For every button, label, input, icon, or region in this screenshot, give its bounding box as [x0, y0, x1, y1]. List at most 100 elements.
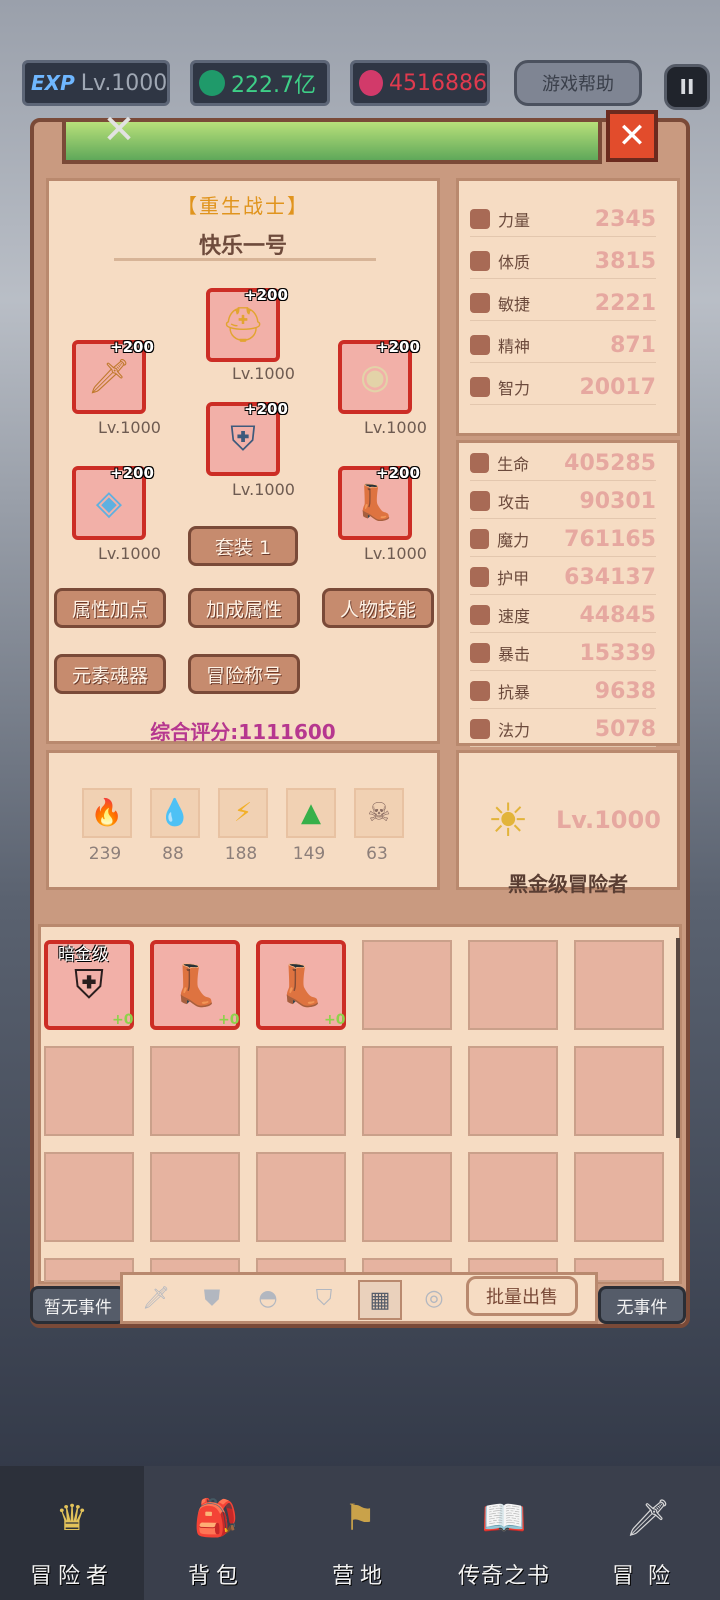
stat-label: 力量	[498, 211, 531, 230]
crit-resist-icon	[470, 681, 490, 701]
boots-plus: +200	[376, 464, 420, 482]
nav-label: 冒险	[611, 1564, 684, 1589]
stat-label: 攻击	[498, 493, 531, 512]
nav-legend-book[interactable]: 📖 传奇之书	[432, 1466, 576, 1600]
stat-row-agility: 敏捷 2221	[470, 286, 656, 321]
inventory-slot[interactable]	[362, 940, 452, 1030]
character-skills-button[interactable]: 人物技能	[322, 588, 434, 628]
crit-icon	[470, 643, 490, 663]
stat-label: 智力	[498, 379, 531, 398]
adventure-title-button[interactable]: 冒险称号	[188, 654, 300, 694]
stat-value: 44845	[579, 602, 656, 628]
level-display: EXP Lv.1000	[22, 60, 170, 106]
tab-armor[interactable]: ⛊	[192, 1280, 232, 1316]
inventory-slot[interactable]	[468, 1046, 558, 1136]
helmet-plus: +200	[244, 286, 288, 304]
item-plus: +0	[218, 1012, 240, 1028]
stat-value: 15339	[579, 640, 656, 666]
stat-value: 90301	[579, 488, 656, 514]
pause-icon[interactable]: II	[664, 64, 710, 110]
crown-icon: ♛	[55, 1497, 89, 1539]
tab-weapon[interactable]: 🗡	[136, 1280, 176, 1316]
heart-icon	[470, 453, 490, 473]
inventory-slot[interactable]	[150, 1046, 240, 1136]
nav-adventure[interactable]: 🗡 冒险	[576, 1466, 720, 1600]
bonus-attributes-button[interactable]: 加成属性	[188, 588, 300, 628]
stat-label: 抗暴	[498, 683, 531, 702]
armor-plus: +200	[244, 400, 288, 418]
armor-level: Lv.1000	[232, 480, 295, 499]
tab-helmet[interactable]: ◓	[248, 1280, 288, 1316]
stat-value: 2345	[594, 206, 656, 232]
nav-camp[interactable]: ⚑ 营地	[288, 1466, 432, 1600]
inventory-slot[interactable]	[468, 1152, 558, 1242]
stat-row-spirit: 精神 871	[470, 328, 656, 363]
game-help-button[interactable]: 游戏帮助	[514, 60, 642, 106]
earth-value: 149	[292, 844, 326, 864]
tab-accessory[interactable]: ⛉	[304, 1280, 344, 1316]
inventory-slot[interactable]	[362, 1152, 452, 1242]
star-icon	[470, 335, 490, 355]
inventory-slot[interactable]	[256, 1152, 346, 1242]
inventory-slot[interactable]	[256, 1046, 346, 1136]
skull-value: 63	[366, 844, 388, 864]
stat-row-crit-resist: 抗暴 9638	[470, 674, 656, 709]
nav-adventurer[interactable]: ♛ 冒险者	[0, 1466, 144, 1600]
stat-label: 生命	[497, 455, 530, 474]
inventory-slot[interactable]	[44, 1152, 134, 1242]
item-plus: +0	[112, 1012, 134, 1028]
shield-icon: ⛊	[203, 1285, 221, 1311]
event-right: 无事件	[598, 1286, 686, 1324]
inventory-slot[interactable]	[150, 1152, 240, 1242]
boots-icon: ▦	[369, 1287, 391, 1313]
armor-icon: ⛨	[230, 419, 256, 459]
character-name: 快乐一号	[198, 234, 287, 259]
attribute-points-button[interactable]: 属性加点	[54, 588, 166, 628]
inventory-slot[interactable]	[468, 940, 558, 1030]
red-currency: 4516886	[350, 60, 490, 106]
level-text: Lv.1000	[80, 70, 168, 96]
sword-icon: 🗡	[142, 1285, 170, 1311]
weapon-plus: +200	[110, 338, 154, 356]
inventory-slot[interactable]	[574, 1046, 664, 1136]
bulk-sell-button[interactable]: 批量出售	[466, 1276, 578, 1316]
stat-value: 5078	[594, 716, 656, 742]
stat-row-magic: 魔力 761165	[470, 522, 656, 557]
inventory-slot[interactable]	[574, 940, 664, 1030]
element-soul-button[interactable]: 元素魂器	[54, 654, 166, 694]
inventory-slot[interactable]	[362, 1046, 452, 1136]
fire-icon[interactable]: 🔥	[82, 788, 132, 838]
rank-level: Lv.1000	[556, 806, 661, 834]
stat-label: 暴击	[498, 645, 531, 664]
inventory-scrollbar[interactable]	[676, 938, 680, 1138]
stat-label: 魔力	[497, 531, 530, 550]
shield-icon	[470, 567, 490, 587]
red-currency-value: 4516886	[389, 70, 487, 96]
necklace-plus: +200	[110, 464, 154, 482]
black-boots-icon: 👢	[276, 962, 326, 1009]
sword-icon: 🗡	[87, 357, 131, 397]
earth-icon[interactable]: ▲	[286, 788, 336, 838]
stat-row-constitution: 体质 3815	[470, 244, 656, 279]
equipment-set-button[interactable]: 套装 1	[188, 526, 298, 566]
inventory-slot[interactable]	[44, 1046, 134, 1136]
close-button[interactable]: ✕	[606, 110, 658, 162]
tab-boots[interactable]: ▦	[358, 1280, 402, 1320]
stat-value: 3815	[594, 248, 656, 274]
water-icon[interactable]: 💧	[150, 788, 200, 838]
fire-value: 239	[88, 844, 122, 864]
inventory-slot[interactable]	[574, 1152, 664, 1242]
stat-value: 9638	[594, 678, 656, 704]
stat-row-intelligence: 智力 20017	[470, 370, 656, 405]
lightning-icon[interactable]: ⚡	[218, 788, 268, 838]
tab-ring[interactable]: ◎	[414, 1280, 454, 1316]
exp-badge: EXP	[31, 71, 75, 95]
book-icon: 📖	[481, 1498, 527, 1539]
nav-backpack[interactable]: 🎒 背包	[144, 1466, 288, 1600]
item-grade-tag: 暗金级	[58, 945, 109, 965]
stat-label: 护甲	[497, 569, 530, 588]
skull-icon[interactable]: ☠	[354, 788, 404, 838]
strength-icon	[470, 209, 490, 229]
character-class: 【重生战士】	[177, 194, 309, 218]
stat-row-armor: 护甲 634137	[470, 560, 656, 595]
